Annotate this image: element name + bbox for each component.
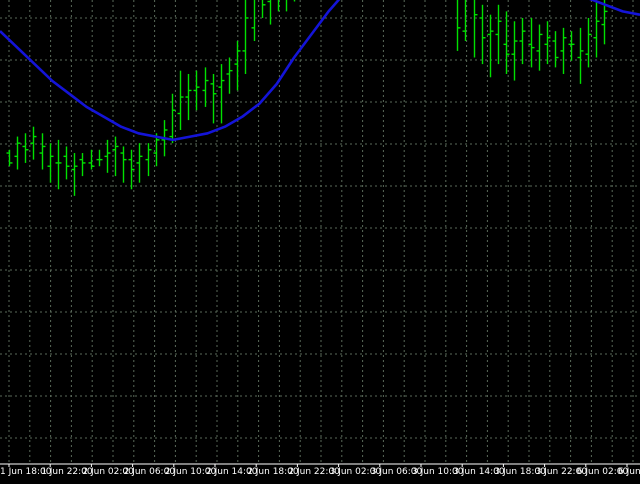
ohlc-bar xyxy=(536,24,543,71)
ohlc-bar xyxy=(39,133,46,170)
ohlc-bar xyxy=(242,0,249,74)
ohlc-bar xyxy=(193,70,200,111)
ohlc-bar xyxy=(593,1,600,58)
ohlc-bar xyxy=(519,17,526,65)
ohlc-bar xyxy=(277,0,280,12)
ohlc-bar xyxy=(210,73,217,124)
ohlc-bar xyxy=(6,149,13,167)
ohlc-bar xyxy=(495,4,502,65)
x-axis: 1 Jun 18:001 Jun 22:002 Jun 02:002 Jun 0… xyxy=(0,464,640,477)
x-tick-label: 6 Jun 06:00 xyxy=(618,467,640,477)
ohlc-bar xyxy=(47,143,54,183)
ohlc-bar xyxy=(63,146,70,180)
ohlc-bar xyxy=(177,70,184,130)
ohlc-bar xyxy=(261,0,266,18)
ohlc-bar xyxy=(462,0,467,42)
ohlc-bar xyxy=(30,126,37,160)
ohlc-bar xyxy=(577,27,584,84)
price-chart[interactable]: 1 Jun 18:00 1 Jun 22:00 2 Jun 02:00 2 Jun 0… xyxy=(0,0,640,480)
ohlc-bar xyxy=(267,0,272,25)
ohlc-bar xyxy=(120,146,127,183)
ohlc-bar xyxy=(560,27,567,74)
ohlc-bar xyxy=(251,0,256,42)
ohlc-bar xyxy=(487,14,494,78)
ohlc-bar xyxy=(293,0,296,2)
ohlc-bar xyxy=(511,21,518,81)
moving-average xyxy=(0,0,640,142)
ohlc-bar xyxy=(544,21,551,65)
ohlc-bar xyxy=(568,31,575,61)
ohlc-bar xyxy=(22,133,29,163)
ohlc-bar xyxy=(473,0,478,58)
ohlc-bars xyxy=(6,0,608,196)
ohlc-bar xyxy=(145,143,152,177)
ohlc-bar xyxy=(169,93,176,144)
ohlc-bar xyxy=(479,4,486,65)
ohlc-bar xyxy=(552,31,559,68)
ohlc-bar xyxy=(104,139,111,173)
chart-canvas[interactable]: 1 Jun 18:001 Jun 22:002 Jun 02:002 Jun 0… xyxy=(0,0,640,480)
ohlc-bar xyxy=(226,57,233,94)
ohlc-bar xyxy=(96,149,103,167)
ohlc-bar xyxy=(88,149,95,170)
ohlc-bar xyxy=(456,0,461,51)
ohlc-bar xyxy=(218,64,225,124)
ohlc-bar xyxy=(234,41,241,91)
ma-line xyxy=(0,0,640,142)
ohlc-bar xyxy=(55,139,62,190)
ohlc-bar xyxy=(202,67,209,107)
ohlc-bar xyxy=(71,153,78,196)
ohlc-bar xyxy=(14,136,21,170)
ohlc-bar xyxy=(285,0,288,12)
grid-layer xyxy=(0,0,640,465)
ohlc-bar xyxy=(185,73,192,121)
ohlc-bar xyxy=(79,153,86,177)
ohlc-bar xyxy=(136,143,143,183)
